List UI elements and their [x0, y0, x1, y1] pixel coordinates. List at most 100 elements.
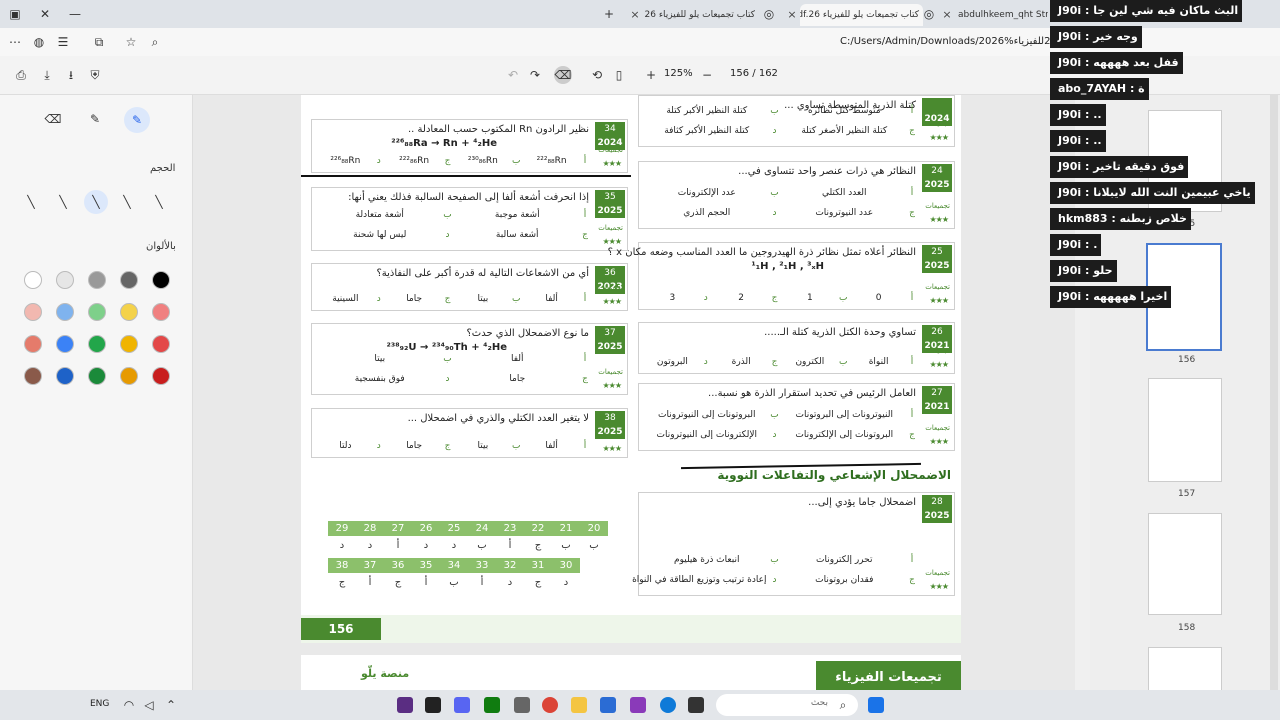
- print-icon[interactable]: ⎙: [12, 66, 30, 84]
- edge-icon[interactable]: [660, 697, 676, 713]
- zoom-out-button[interactable]: −: [698, 66, 716, 84]
- chat-text: اخيرا هههههه: [1093, 290, 1168, 303]
- thumbnail-158[interactable]: [1148, 513, 1222, 615]
- color-swatch[interactable]: [88, 303, 106, 321]
- stream-chat-overlay: البث ماكان فيه شي لين جا : J90i وجه خير :…: [1050, 0, 1255, 310]
- app-icon[interactable]: [397, 697, 413, 713]
- url-field[interactable]: C:/Users/Admin/Downloads/2026%يلو%20للفي…: [840, 34, 1070, 50]
- color-swatch[interactable]: [152, 367, 170, 385]
- reader-icon[interactable]: ☰: [54, 33, 72, 51]
- size-4-icon[interactable]: ╲: [118, 193, 136, 211]
- option-text: ²³⁰₈₆Rn: [467, 156, 498, 166]
- color-swatch[interactable]: [56, 335, 74, 353]
- size-5-icon[interactable]: ╲: [150, 193, 168, 211]
- tagmi-label: تجميعات: [925, 347, 950, 355]
- tray-up-icon[interactable]: ⌃: [162, 696, 180, 714]
- color-swatch[interactable]: [24, 271, 42, 289]
- chat-username: J90i: [1058, 238, 1082, 251]
- tab-pdf-active[interactable]: كتاب تجميعات يلو للفيزياء pdf.26: [800, 4, 923, 26]
- window-icon[interactable]: ▣: [6, 5, 24, 23]
- tab-label: كتاب تجميعات يلو للفيزياء pdf.26: [645, 10, 755, 20]
- settings-icon[interactable]: [514, 697, 530, 713]
- menu-icon[interactable]: ⋯: [6, 33, 24, 51]
- pen-icon[interactable]: ✎: [86, 110, 104, 128]
- color-swatch[interactable]: [56, 367, 74, 385]
- color-swatch[interactable]: [24, 367, 42, 385]
- zoom-search-icon[interactable]: ⌕: [146, 33, 164, 51]
- favorite-star-icon[interactable]: ☆: [122, 33, 140, 51]
- color-swatch[interactable]: [120, 303, 138, 321]
- language-indicator[interactable]: ENG: [90, 699, 109, 709]
- zoom-in-button[interactable]: +: [642, 66, 660, 84]
- tagmi-label: تجميعات: [925, 569, 950, 577]
- app-icon[interactable]: [425, 697, 441, 713]
- close-window-icon[interactable]: ✕: [36, 5, 54, 23]
- size-1-icon[interactable]: ╲: [22, 193, 40, 211]
- erase-icon[interactable]: ⌫: [554, 66, 572, 84]
- color-swatch[interactable]: [152, 303, 170, 321]
- shield-icon[interactable]: ⛨: [86, 66, 104, 84]
- collections-icon[interactable]: ⧉: [90, 33, 108, 51]
- store-icon[interactable]: [600, 697, 616, 713]
- minimize-icon[interactable]: —: [66, 5, 84, 23]
- question-card: 34 2024 تجميعات ★★★ نظير الرادون Rn المكتوب …: [311, 119, 628, 173]
- app-icon[interactable]: [630, 697, 646, 713]
- answer-letter: أ: [424, 577, 428, 588]
- chat-message: خلاص زبطنه : hkm883: [1050, 208, 1191, 230]
- redo-icon[interactable]: ↷: [526, 66, 544, 84]
- rotate-icon[interactable]: ⟲: [588, 66, 606, 84]
- xbox-icon[interactable]: [484, 697, 500, 713]
- tab-close-icon[interactable]: ×: [940, 4, 954, 26]
- chat-text: فوق دقيقه تاخير: [1093, 160, 1185, 173]
- download-icon[interactable]: ⤓: [38, 66, 56, 84]
- thumbnail-157[interactable]: [1148, 378, 1222, 482]
- color-swatch[interactable]: [24, 335, 42, 353]
- option-letter: ب: [770, 555, 779, 565]
- tab-twitch[interactable]: abdulhkeem_qht Stream - Twitch: [958, 4, 1048, 26]
- save-icon[interactable]: ⭳: [62, 66, 80, 84]
- undo-icon[interactable]: ↶: [504, 66, 522, 84]
- app-icon[interactable]: [688, 697, 704, 713]
- thumbnail-159[interactable]: [1148, 647, 1222, 692]
- size-3-icon[interactable]: ╲: [84, 190, 108, 214]
- tab-pdf-1[interactable]: كتاب تجميعات يلو للفيزياء pdf.26: [645, 4, 755, 26]
- fit-page-icon[interactable]: ▯: [610, 66, 628, 84]
- color-swatch[interactable]: [56, 271, 74, 289]
- color-swatch[interactable]: [120, 367, 138, 385]
- wifi-icon[interactable]: ◠: [120, 696, 138, 714]
- new-tab-button[interactable]: +: [600, 5, 618, 23]
- color-swatch[interactable]: [152, 335, 170, 353]
- option-letter: ب: [770, 188, 779, 198]
- tab-close-icon[interactable]: ×: [628, 4, 642, 26]
- folder-icon[interactable]: [571, 697, 587, 713]
- option-text: 3: [669, 293, 676, 303]
- color-swatch[interactable]: [56, 303, 74, 321]
- chat-username: hkm883: [1058, 212, 1108, 225]
- option-letter: ب: [512, 156, 521, 166]
- highlighter-icon[interactable]: ✎: [124, 107, 150, 133]
- page-indicator[interactable]: 156 / 162: [730, 68, 778, 79]
- chat-separator: :: [1081, 134, 1094, 147]
- color-swatch[interactable]: [152, 271, 170, 289]
- color-swatch[interactable]: [24, 303, 42, 321]
- page-current[interactable]: 156: [730, 68, 749, 79]
- scrollbar[interactable]: [1270, 95, 1278, 690]
- chrome-icon[interactable]: [542, 697, 558, 713]
- zoom-level[interactable]: 125%: [664, 68, 693, 79]
- option-text: أشعة متعادلة: [355, 210, 404, 220]
- color-swatch[interactable]: [88, 367, 106, 385]
- tab-close-icon[interactable]: ×: [785, 4, 799, 26]
- discord-icon[interactable]: [454, 697, 470, 713]
- search-box[interactable]: بحث ⌕: [716, 694, 858, 716]
- color-swatch[interactable]: [120, 271, 138, 289]
- start-icon[interactable]: [868, 697, 884, 713]
- chat-text: قفل بعد ههههه: [1093, 56, 1179, 69]
- pdf-viewport[interactable]: 34 2024 تجميعات ★★★ نظير الرادون Rn المكتوب …: [193, 95, 1075, 690]
- size-2-icon[interactable]: ╲: [54, 193, 72, 211]
- color-swatch[interactable]: [88, 271, 106, 289]
- volume-icon[interactable]: ◁: [140, 696, 158, 714]
- eraser-icon[interactable]: ⌫: [44, 110, 62, 128]
- color-swatch[interactable]: [88, 335, 106, 353]
- profile-icon[interactable]: ◍: [30, 33, 48, 51]
- color-swatch[interactable]: [120, 335, 138, 353]
